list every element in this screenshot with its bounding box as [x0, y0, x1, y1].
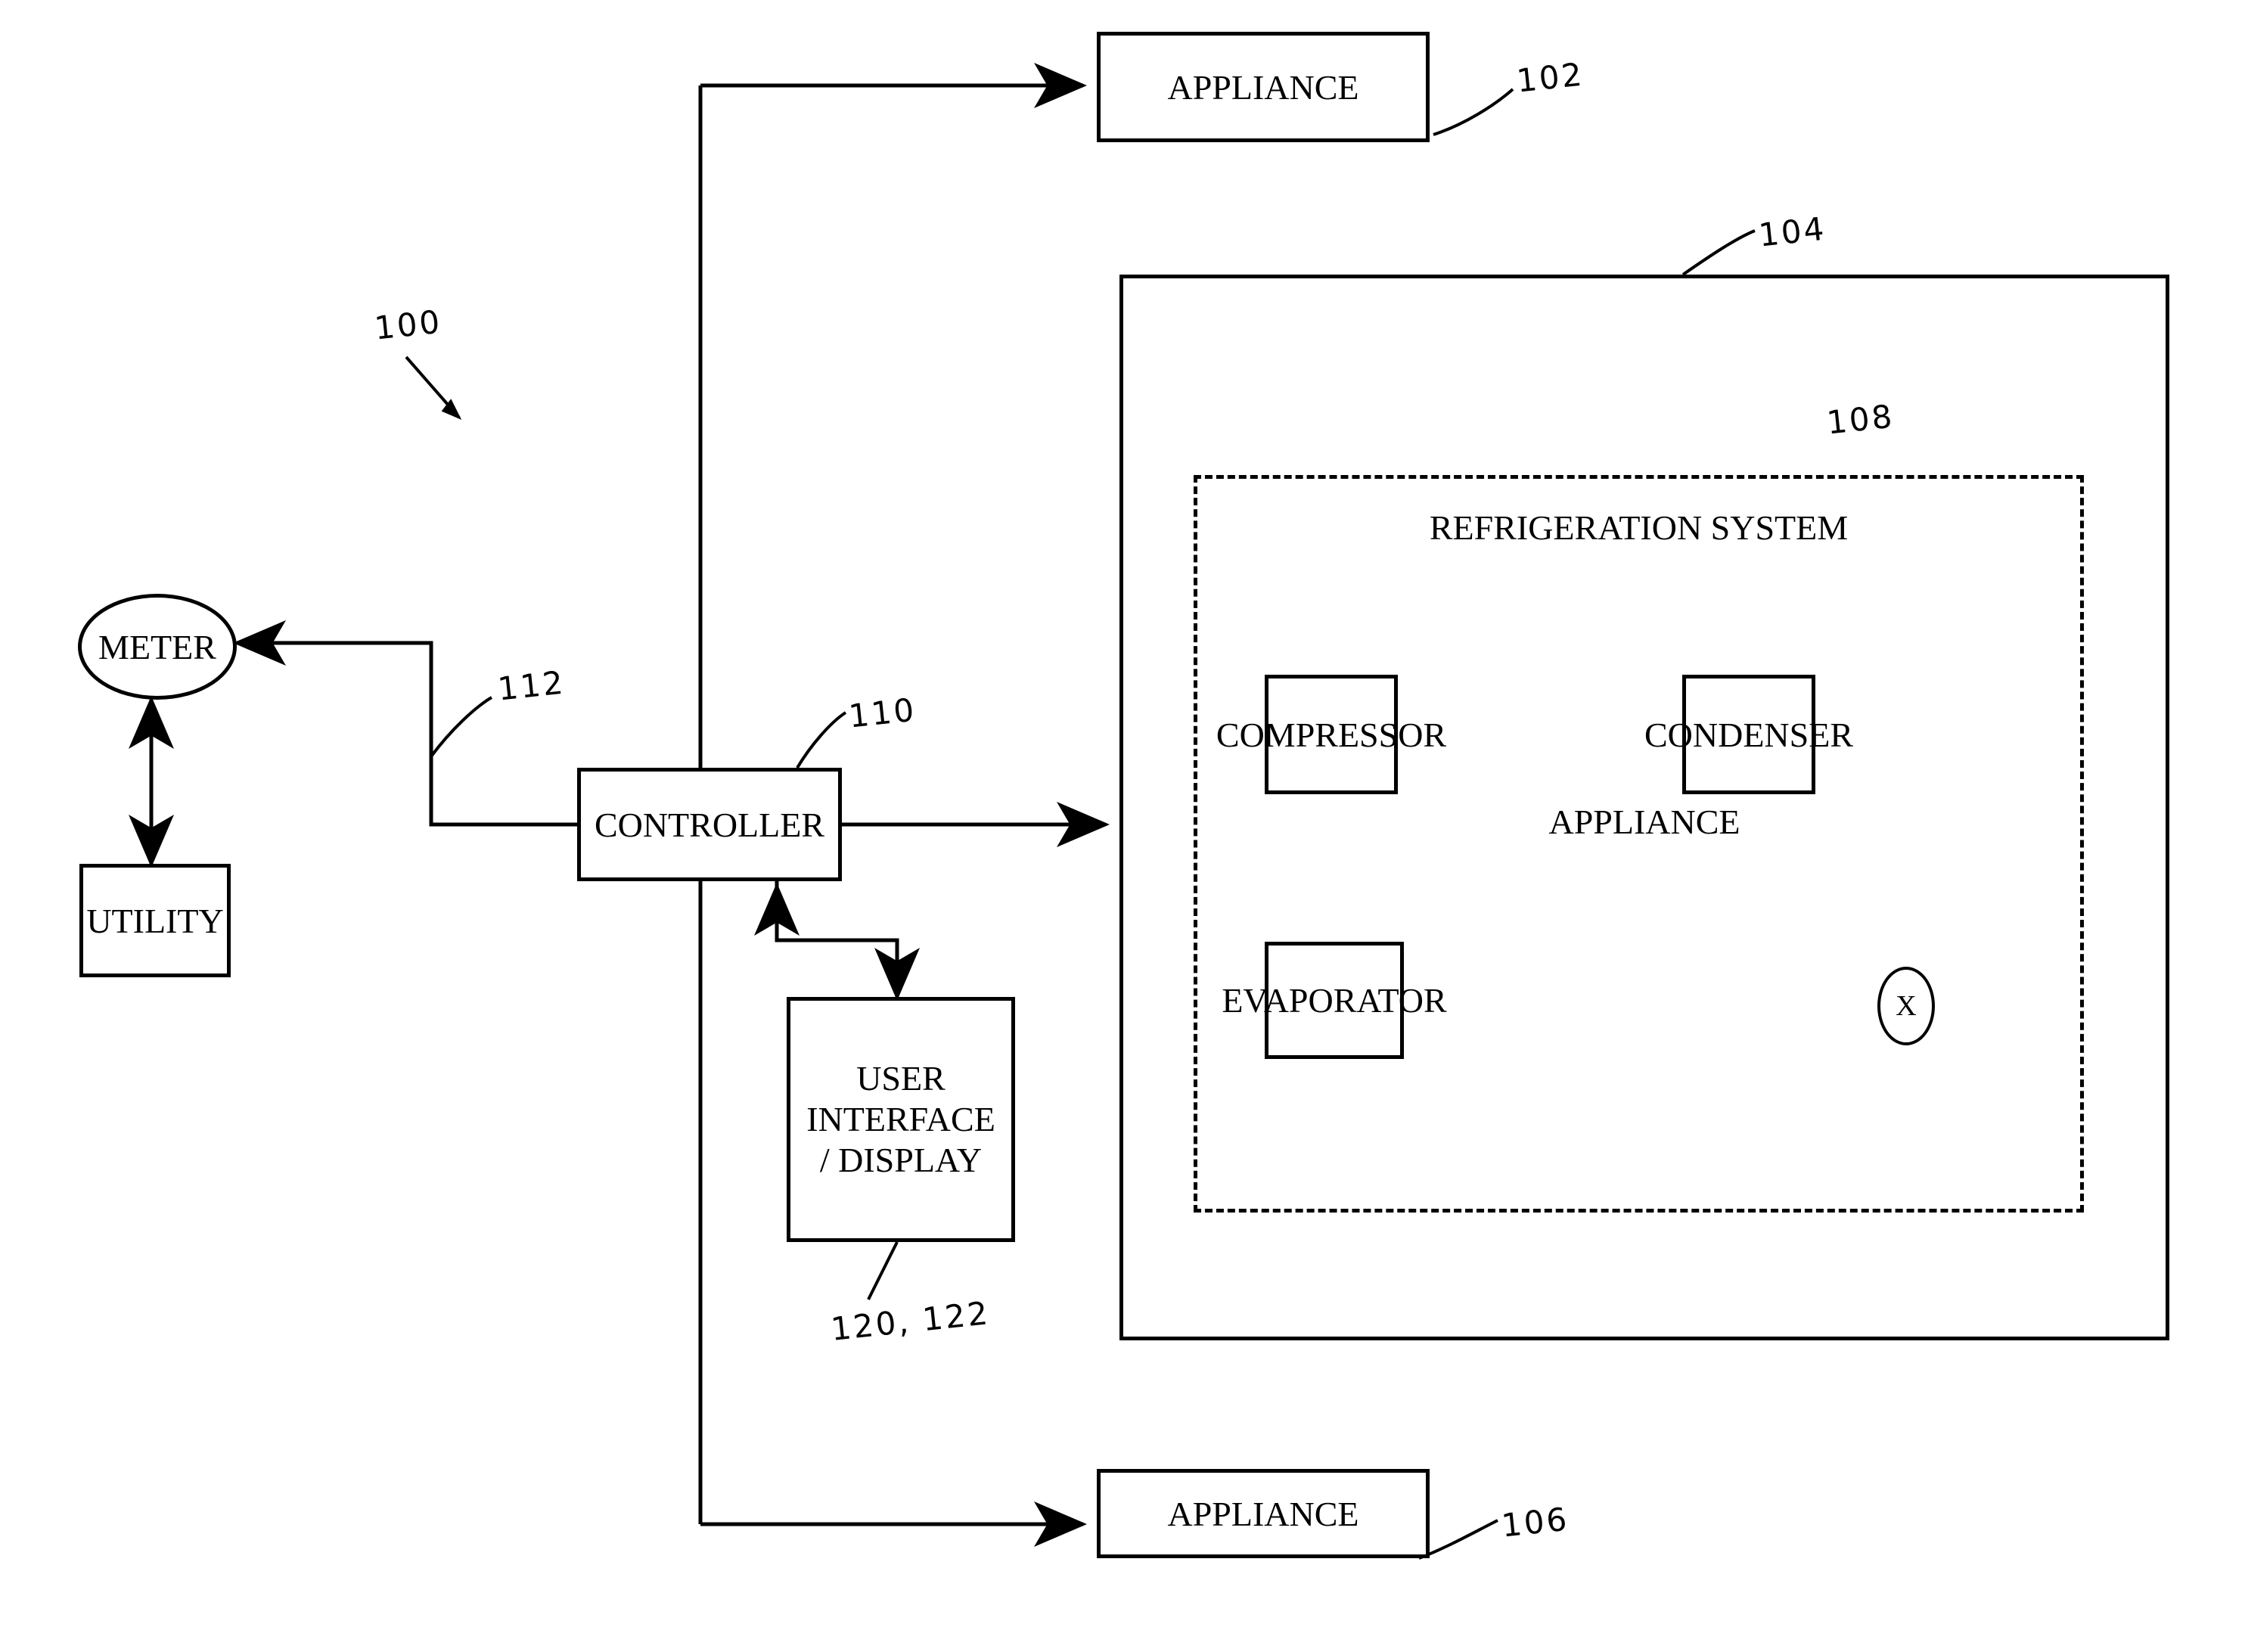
- ref-numeral-112: 112: [495, 663, 567, 708]
- ref-numeral-120-122: 120, 122: [829, 1294, 992, 1348]
- leader-104: [1681, 229, 1756, 276]
- evaporator-box[interactable]: EVAPORATOR: [1222, 942, 1447, 1059]
- expansion-valve-circle[interactable]: X: [1877, 967, 1935, 1045]
- compressor-box[interactable]: COMPRESSOR: [1216, 675, 1446, 794]
- refrigeration-system-box[interactable]: REFRIGERATION SYSTEM: [1194, 475, 2084, 1213]
- wire-controller-to-ui: [775, 881, 920, 1001]
- expansion-valve-label: X: [1896, 990, 1917, 1022]
- leader-112: [430, 696, 493, 758]
- refrigeration-system-label: REFRIGERATION SYSTEM: [1429, 508, 1849, 547]
- utility-label: UTILITY: [86, 901, 224, 940]
- appliance-106-box[interactable]: APPLIANCE: [1097, 1469, 1430, 1558]
- ref-numeral-108: 108: [1824, 397, 1896, 442]
- appliance-106-label: APPLIANCE: [1167, 1494, 1359, 1533]
- condenser-box[interactable]: CONDENSER: [1644, 675, 1853, 794]
- leader-102: [1433, 88, 1514, 136]
- condenser-label: CONDENSER: [1644, 715, 1854, 754]
- compressor-label: COMPRESSOR: [1216, 715, 1447, 754]
- appliance-102-box[interactable]: APPLIANCE: [1097, 32, 1430, 142]
- meter-ellipse[interactable]: METER: [78, 594, 237, 700]
- leader-110: [796, 711, 847, 769]
- appliance-102-label: APPLIANCE: [1167, 67, 1359, 107]
- user-interface-line-1: USER: [856, 1058, 946, 1098]
- ref-numeral-104: 104: [1756, 210, 1828, 254]
- leader-106: [1418, 1519, 1498, 1560]
- user-interface-line-3: / DISPLAY: [819, 1141, 983, 1180]
- user-interface-display-box[interactable]: USER INTERFACE / DISPLAY: [787, 997, 1015, 1242]
- patent-figure-canvas: APPLIANCE APPLIANCE REFRIGERATION SYSTEM…: [0, 0, 2245, 1652]
- ref-numeral-106: 106: [1499, 1500, 1571, 1545]
- leader-100-head: [441, 399, 462, 420]
- controller-box[interactable]: CONTROLLER: [577, 768, 842, 881]
- meter-label: METER: [98, 627, 216, 666]
- utility-box[interactable]: UTILITY: [79, 864, 231, 977]
- controller-label: CONTROLLER: [594, 805, 825, 844]
- leader-100: [405, 356, 461, 419]
- leader-120-122: [867, 1241, 899, 1300]
- user-interface-line-2: INTERFACE: [806, 1099, 995, 1138]
- ref-numeral-102: 102: [1514, 55, 1586, 100]
- evaporator-label: EVAPORATOR: [1222, 981, 1447, 1020]
- ref-numeral-110: 110: [846, 691, 918, 735]
- ref-numeral-100: 100: [372, 303, 444, 347]
